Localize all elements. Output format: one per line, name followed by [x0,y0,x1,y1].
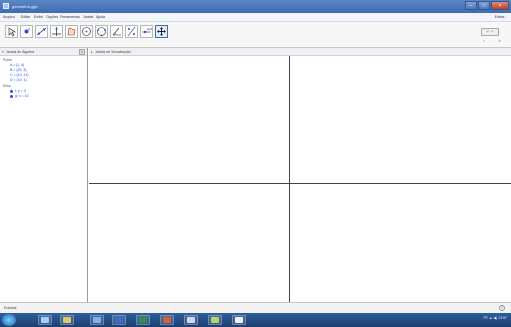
move-tool-button[interactable] [5,25,18,38]
algebra-object-row[interactable]: C = (10, 12) [10,73,29,77]
menu-ferramentas[interactable]: Ferramentas [60,15,80,19]
input-label: Entrada: [4,306,18,310]
taskbar-app-powerpoint[interactable] [160,315,174,325]
menu-ajuda[interactable]: Ajuda [96,15,105,19]
circle-icon [82,27,91,36]
taskbar-app-paint[interactable] [208,315,222,325]
circle-tool-button[interactable] [80,25,93,38]
taskbar-app-folder[interactable] [60,315,74,325]
menu-arquivo[interactable]: Arquivo [3,15,15,19]
collapse-arrow-icon[interactable]: ▾ [2,50,4,54]
settings-icon[interactable]: ⚙ [498,39,501,43]
category-reta[interactable]: Reta [3,84,10,88]
geogebra-app-icon [3,3,9,9]
algebra-view-header: ▾ Janela de Álgebra × [0,48,87,56]
input-help-icon[interactable]: ? [499,305,505,311]
window-controls: – □ × [464,1,509,11]
menu-editar[interactable]: Editar [21,15,30,19]
minimize-button[interactable]: – [465,1,477,10]
algebra-object-row[interactable]: D = (10, 1) [10,78,27,82]
visibility-toggle-icon[interactable] [10,89,13,93]
windows-taskbar: PT ▲ ◀) 13:57 [0,313,511,327]
help-icon[interactable]: ? [483,39,485,43]
toolbar: A a=2 ↶ ↷ ? ⚙ [0,22,511,48]
move-graphics-icon [157,27,166,36]
perpendicular-tool-button[interactable] [50,25,63,38]
window-title: geometria.ggb [12,4,38,9]
algebra-object-row[interactable]: g: x = 10 [10,94,29,98]
taskbar-app-geogebra[interactable] [184,315,198,325]
x-axis [89,183,511,184]
move-arrow-icon [8,27,16,37]
taskbar-app-browser[interactable] [232,315,246,325]
point-tool-button[interactable]: A [20,25,33,38]
algebra-object-row[interactable]: f: y = 3 [10,89,26,93]
maximize-button[interactable]: □ [478,1,490,10]
line-icon [36,27,47,36]
reflect-tool-button[interactable] [125,25,138,38]
taskbar-app-word[interactable] [112,315,126,325]
window-titlebar: geometria.ggb – □ × [0,0,511,13]
close-button[interactable]: × [491,1,509,10]
visibility-toggle-icon[interactable] [10,94,13,98]
algebra-object-row[interactable]: A = (1, 4) [10,63,24,67]
system-tray[interactable]: PT ▲ ◀) 13:57 [484,316,507,320]
angle-icon [112,27,121,36]
category-ponto[interactable]: Ponto [3,58,12,62]
slider-tool-button[interactable]: a=2 [140,25,153,38]
start-button[interactable] [2,314,16,326]
graphics-view[interactable]: ▸ Janela de Visualização [89,48,511,302]
undo-redo-button[interactable]: ↶ ↷ [481,28,499,36]
algebra-view-title: Janela de Álgebra [6,50,35,54]
taskbar-app-excel[interactable] [136,315,150,325]
circle-through-points-icon [97,27,106,37]
menu-opcoes[interactable]: Opções [46,15,58,19]
point-icon: A [24,27,30,34]
taskbar-app-media[interactable] [90,315,104,325]
move-graphics-tool-button[interactable] [155,25,168,38]
line-tool-button[interactable] [35,25,48,38]
polygon-tool-button[interactable] [65,25,78,38]
login-link[interactable]: Entrar... [495,15,507,19]
algebra-object-row[interactable]: B = (20, 3) [10,68,26,72]
graphics-view-header: ▸ Janela de Visualização [89,48,511,56]
perpendicular-line-icon [52,27,61,36]
angle-tool-button[interactable] [110,25,123,38]
polygon-icon [67,27,76,36]
close-panel-button[interactable]: × [79,49,85,55]
circle-points-tool-button[interactable] [95,25,108,38]
menubar: Arquivo Editar Exibir Opções Ferramentas… [0,13,511,22]
svg-text:A: A [28,27,30,31]
slider-icon: a=2 [142,27,152,34]
svg-text:a=2: a=2 [147,27,152,31]
collapse-arrow-icon[interactable]: ▸ [91,50,93,54]
input-bar[interactable]: Entrada: ? [0,302,511,313]
graphics-view-title: Janela de Visualização [95,50,131,54]
reflect-icon [127,26,136,37]
y-axis [289,56,290,302]
algebra-view: ▾ Janela de Álgebra × Ponto A = (1, 4) B… [0,48,88,302]
menu-janela[interactable]: Janela [83,15,93,19]
menu-exibir[interactable]: Exibir [34,15,43,19]
taskbar-app-explorer[interactable] [38,315,52,325]
